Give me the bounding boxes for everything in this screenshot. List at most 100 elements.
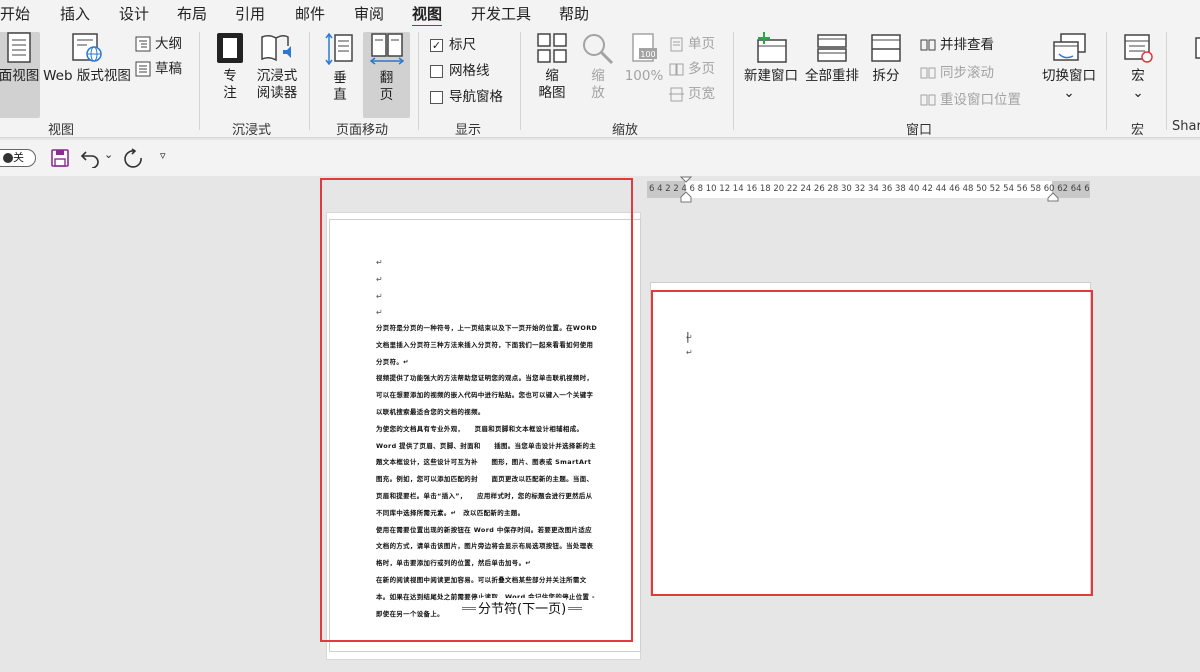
magnifier-icon — [583, 34, 614, 64]
draft-button[interactable]: 草稿 — [135, 59, 182, 79]
thumbnails-button[interactable]: 缩略图 — [530, 32, 574, 102]
tab-design[interactable]: 设计 — [119, 3, 149, 24]
indent-markers-icon[interactable] — [680, 176, 692, 204]
save-icon[interactable] — [50, 148, 70, 168]
group-separator — [199, 32, 200, 130]
web-layout-button[interactable]: Web 版式视图 — [42, 32, 132, 85]
arrange-all-label: 全部重排 — [805, 68, 859, 84]
split-label: 拆分 — [872, 68, 900, 84]
reader-label-1: 沉浸式 — [256, 68, 298, 84]
outline-button[interactable]: 大纲 — [135, 34, 182, 54]
one-page-button[interactable]: 单页 — [669, 34, 715, 54]
tab-layout[interactable]: 布局 — [177, 3, 207, 24]
tab-help[interactable]: 帮助 — [559, 3, 589, 24]
group-separator — [1166, 32, 1167, 130]
gridlines-checkbox[interactable]: 网格线 — [430, 61, 490, 81]
multi-page-button[interactable]: 多页 — [669, 59, 715, 79]
immersive-reader-icon — [261, 34, 291, 62]
split-button[interactable]: 拆分 — [864, 32, 908, 85]
vertical-label-2: 直 — [333, 87, 347, 103]
focus-label-2: 注 — [223, 85, 237, 101]
window-group-label: 窗口 — [906, 123, 933, 138]
share-button[interactable] — [1192, 32, 1200, 68]
print-layout-button[interactable]: 面视图 — [0, 32, 40, 118]
tab-insert[interactable]: 插入 — [60, 3, 90, 24]
svg-text:100: 100 — [640, 50, 655, 59]
macros-icon — [1124, 34, 1153, 63]
tab-home[interactable]: 开始 — [0, 3, 30, 24]
zoom-button[interactable]: 缩放 — [576, 32, 620, 102]
page-width-button[interactable]: 页宽 — [669, 84, 715, 104]
switch-windows-button[interactable]: 切换窗口 ⌄ — [1037, 32, 1101, 102]
tab-mailings[interactable]: 邮件 — [295, 3, 325, 24]
highlight-box-page-2 — [651, 290, 1093, 596]
ruler-label: 标尺 — [449, 37, 476, 53]
immersive-reader-button[interactable]: 沉浸式 阅读器 — [252, 32, 302, 102]
group-separator — [520, 32, 521, 130]
ruler-scale: 6 4 2 2 4 6 8 10 12 14 16 18 20 22 24 26… — [649, 184, 1090, 194]
side-by-side-label: 并排查看 — [940, 37, 994, 53]
tab-developer[interactable]: 开发工具 — [471, 3, 531, 24]
right-indent-marker-icon[interactable] — [1047, 192, 1059, 202]
web-layout-label: Web 版式视图 — [43, 68, 131, 84]
reader-label-2: 阅读器 — [256, 85, 298, 101]
vertical-scroll-icon — [325, 32, 353, 66]
ruler-checkbox[interactable]: ✓ 标尺 — [430, 35, 476, 55]
undo-dropdown-icon[interactable]: ⌄ — [104, 148, 113, 161]
zoom-group-label: 缩放 — [612, 123, 639, 138]
group-separator — [733, 32, 734, 130]
immersive-group-label: 沉浸式 — [232, 123, 272, 138]
side-to-side-button[interactable]: 翻页 — [363, 32, 410, 118]
gridlines-check-icon — [430, 64, 443, 78]
group-separator — [1106, 32, 1107, 130]
autosave-toggle[interactable]: 关 — [0, 149, 36, 167]
toggle-knob — [3, 153, 13, 163]
chevron-down-icon: ⌄ — [1063, 85, 1075, 101]
side-to-side-icon — [369, 33, 404, 65]
macros-button[interactable]: 宏 ⌄ — [1117, 32, 1159, 102]
new-window-icon — [757, 32, 787, 63]
sync-scroll-button[interactable]: 同步滚动 — [920, 63, 994, 83]
reset-position-label: 重设窗口位置 — [940, 92, 1021, 108]
autosave-toggle-label: 关 — [13, 151, 24, 164]
reset-position-button[interactable]: 重设窗口位置 — [920, 90, 1021, 110]
undo-icon[interactable] — [80, 148, 102, 168]
zoom-100-button[interactable]: 100 100% — [622, 32, 666, 85]
ribbon-tabs: 开始 插入 设计 布局 引用 邮件 审阅 视图 开发工具 帮助 — [0, 0, 1200, 28]
redo-icon[interactable] — [122, 148, 144, 170]
side-by-side-button[interactable]: 并排查看 — [920, 35, 994, 55]
tab-references[interactable]: 引用 — [235, 3, 265, 24]
draft-label: 草稿 — [155, 61, 182, 77]
focus-label-1: 专 — [223, 68, 237, 84]
page-width-label: 页宽 — [688, 86, 715, 102]
new-window-label: 新建窗口 — [744, 68, 798, 84]
macros-group-label: 宏 — [1131, 123, 1145, 138]
share-icon — [1195, 37, 1200, 59]
thumbnails-label-2: 略图 — [538, 85, 566, 101]
nav-pane-checkbox[interactable]: 导航窗格 — [430, 87, 503, 107]
nav-pane-label: 导航窗格 — [449, 89, 503, 105]
new-window-button[interactable]: 新建窗口 — [741, 32, 801, 85]
arrange-all-button[interactable]: 全部重排 — [803, 32, 861, 85]
group-separator — [309, 32, 310, 130]
focus-icon — [217, 33, 243, 63]
one-page-icon — [670, 37, 683, 51]
macros-label: 宏 — [1131, 68, 1145, 84]
draft-icon — [135, 61, 151, 77]
tab-view[interactable]: 视图 — [412, 3, 443, 28]
share-group-label: Shar — [1172, 119, 1200, 134]
tab-review[interactable]: 审阅 — [354, 3, 384, 24]
thumbnails-label-1: 缩 — [545, 68, 559, 84]
page-move-group-label: 页面移动 — [336, 123, 389, 138]
arrange-all-icon — [817, 34, 847, 62]
horizontal-ruler[interactable]: 6 4 2 2 4 6 8 10 12 14 16 18 20 22 24 26… — [647, 181, 1090, 198]
side-label-2: 页 — [379, 87, 394, 103]
customize-qat-icon[interactable]: ▿ — [160, 149, 166, 162]
focus-button[interactable]: 专注 — [208, 32, 252, 102]
sync-scroll-label: 同步滚动 — [940, 65, 994, 81]
outline-label: 大纲 — [155, 36, 182, 52]
reset-position-icon — [920, 94, 936, 106]
side-by-side-icon — [920, 39, 936, 51]
vertical-button[interactable]: 垂直 — [318, 32, 362, 104]
sync-scroll-icon — [920, 67, 936, 79]
